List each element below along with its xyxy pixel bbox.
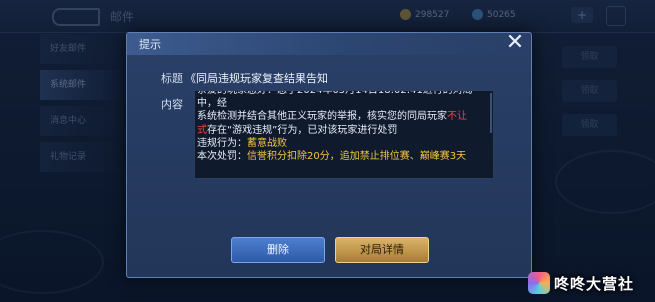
notice-dialog: 提示 ✕ 标题 《同局违规玩家复查结果告知 内容 亲爱的玩家您好：您于2024年… bbox=[126, 31, 532, 278]
penalty-value: 信誉积分扣除20分，追加禁止排位赛、巅峰赛3天 bbox=[247, 151, 467, 163]
content-line: 亲爱的玩家您好：您于2024年05月14日18:02:41进行的对局中，经 bbox=[197, 90, 473, 110]
mail-content-text: 亲爱的玩家您好：您于2024年05月14日18:02:41进行的对局中，经 系统… bbox=[197, 90, 489, 163]
content-line: 系统检测并结合其他正义玩家的举报，核实您的同局玩家不让 bbox=[197, 110, 489, 123]
content-line: 本次处罚：信誉积分扣除20分，追加禁止排位赛、巅峰赛3天 bbox=[197, 150, 489, 163]
content-text-span: 存在“游戏违规”行为，已对该玩家进行处罚 bbox=[207, 124, 398, 136]
match-details-button[interactable]: 对局详情 bbox=[335, 237, 429, 263]
content-text-span: 系统检测并结合其他正义玩家的举报，核实您的同局玩家 bbox=[197, 111, 447, 123]
watermark-logo-icon bbox=[528, 272, 550, 294]
penalty-label: 本次处罚： bbox=[197, 151, 247, 163]
violation-value: 蓄意战败 bbox=[247, 137, 287, 149]
violation-label: 违规行为： bbox=[197, 137, 247, 149]
content-scrollbar[interactable] bbox=[490, 93, 492, 133]
highlight-player-name: 不让 bbox=[447, 111, 467, 123]
content-line: 违规行为：蓄意战败 bbox=[197, 137, 489, 150]
subject-value: 《同局违规玩家复查结果告知 bbox=[185, 72, 328, 85]
dialog-header: 提示 bbox=[127, 33, 531, 55]
subject-label: 标题 bbox=[161, 72, 183, 85]
delete-button[interactable]: 删除 bbox=[231, 237, 325, 263]
content-label: 内容 bbox=[161, 98, 183, 111]
dialog-title: 提示 bbox=[139, 38, 161, 51]
mail-content-box[interactable]: 亲爱的玩家您好：您于2024年05月14日18:02:41进行的对局中，经 系统… bbox=[194, 90, 494, 179]
watermark: 咚咚大营社 bbox=[528, 268, 653, 298]
highlight-player-name: 式 bbox=[197, 124, 207, 136]
watermark-text: 咚咚大营社 bbox=[554, 274, 635, 293]
content-line: 式存在“游戏违规”行为，已对该玩家进行处罚 bbox=[197, 124, 489, 137]
close-icon[interactable]: ✕ bbox=[503, 31, 527, 55]
